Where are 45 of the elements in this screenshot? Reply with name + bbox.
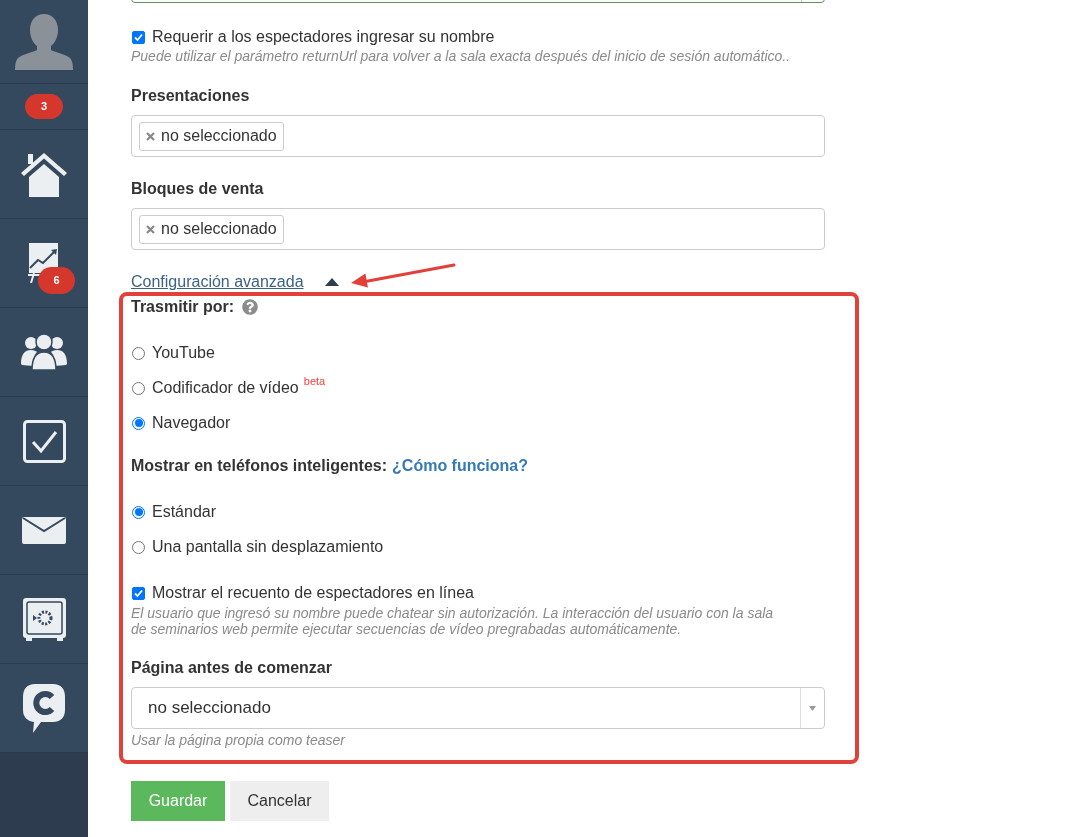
count-badge: 6 xyxy=(38,267,75,294)
caret-down-icon[interactable] xyxy=(809,705,816,711)
field-label: Mostrar en teléfonos inteligentes: xyxy=(131,456,388,476)
count-badge: 3 xyxy=(25,94,63,119)
checkbox[interactable] xyxy=(132,30,145,44)
selected-tag[interactable]: no seleccionado xyxy=(139,121,284,151)
help-text: Puede utilizar el parámetro returnUrl para volver a la sala exacta después del inicio de sesión automático.. xyxy=(131,48,792,64)
checkbox-label: Requerir a los espectadores ingresar su nombre xyxy=(152,27,495,47)
avatar-icon[interactable] xyxy=(15,13,73,70)
radio-button[interactable] xyxy=(132,346,145,360)
radio-label: Codificador de vídeo xyxy=(152,378,299,398)
help-icon[interactable] xyxy=(242,299,259,315)
multiselect-field[interactable]: no seleccionado xyxy=(131,208,825,250)
x-icon[interactable] xyxy=(146,131,155,141)
help-text: Usar la página propia como teaser xyxy=(131,732,347,748)
radio-label: Estándar xyxy=(152,502,217,522)
checkbox[interactable] xyxy=(132,586,145,600)
field-label: Presentaciones xyxy=(131,86,251,106)
radio-button[interactable] xyxy=(132,540,145,554)
radio-button[interactable] xyxy=(132,416,145,430)
beta-label: beta xyxy=(303,375,326,387)
radio-label: YouTube xyxy=(152,343,215,363)
radio-button[interactable] xyxy=(132,505,145,519)
radio-label: Una pantalla sin desplazamiento xyxy=(152,537,384,557)
help-text: El usuario que ingresó su nombre puede chatear sin autorización. La interacción del usuario con la sala de seminarios web permite ejecutar secuencias de vídeo pregrabadas automáticamente. xyxy=(131,605,775,637)
safe-icon[interactable] xyxy=(22,597,66,641)
mail-icon[interactable] xyxy=(22,516,66,544)
field-label: Página antes de comenzar xyxy=(131,658,333,678)
chat-bubble-icon[interactable] xyxy=(23,683,65,733)
multiselect-field[interactable]: no seleccionado xyxy=(131,115,825,157)
checkbox-icon[interactable] xyxy=(22,419,66,463)
x-icon[interactable] xyxy=(146,224,155,234)
radio-button[interactable] xyxy=(132,381,145,395)
checkbox-label: Mostrar el recuento de espectadores en línea xyxy=(152,583,474,603)
field-label: Trasmitir por: xyxy=(131,297,235,317)
help-link[interactable]: ¿Cómo funciona? xyxy=(392,456,529,476)
radio-label: Navegador xyxy=(152,413,231,433)
home-icon[interactable] xyxy=(21,151,67,197)
people-icon[interactable] xyxy=(21,334,67,370)
caret-up-icon[interactable] xyxy=(324,278,339,286)
select-field[interactable]: no seleccionado xyxy=(131,687,825,729)
advanced-settings-link[interactable]: Configuración avanzada xyxy=(131,272,304,292)
field-label: Bloques de venta xyxy=(131,179,265,199)
selected-tag[interactable]: no seleccionado xyxy=(139,214,284,244)
cancel-button[interactable]: Cancelar xyxy=(230,781,329,821)
